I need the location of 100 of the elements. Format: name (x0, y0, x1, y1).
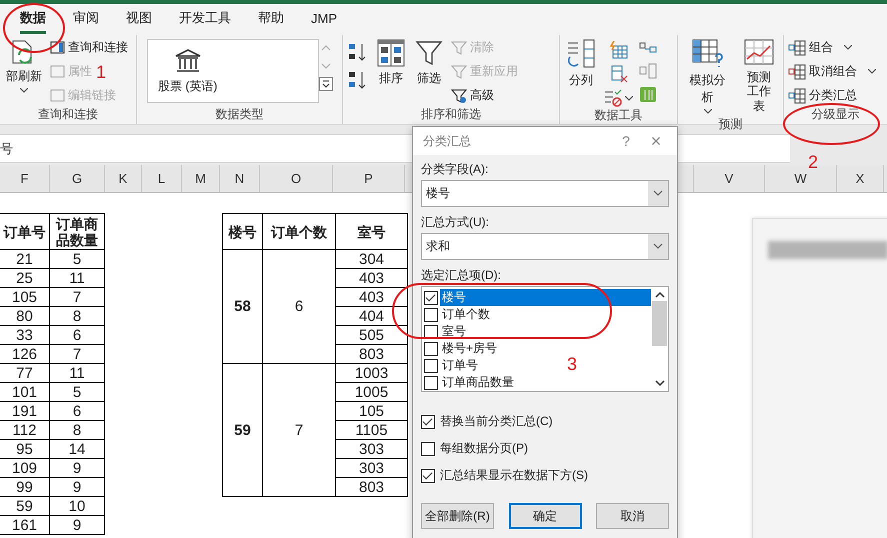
scroll-up-icon[interactable] (654, 291, 664, 299)
table-cell: 58 (222, 250, 262, 364)
checkbox-label[interactable]: 每组数据分页(P) (440, 440, 528, 457)
header-cell: 订单个数 (262, 214, 336, 250)
data-validation-icon (604, 89, 622, 107)
dialog-button[interactable]: 全部删除(R) (421, 503, 494, 529)
list-item[interactable]: 订单号 (440, 357, 478, 374)
table-cell: 9 (50, 516, 104, 534)
table-cell: 303 (336, 440, 408, 458)
table-cell: 403 (336, 268, 408, 288)
dialog-title: 分类汇总 (423, 132, 472, 150)
list-item[interactable]: 订单个数 (440, 306, 490, 323)
group-by-dropdown[interactable]: 楼号 (421, 180, 669, 207)
stocks-data-type[interactable]: 股票 (英语) (158, 48, 218, 94)
column-header[interactable]: V (694, 165, 765, 192)
ribbon-tab[interactable]: 视图 (126, 5, 152, 34)
table-cell: 303 (336, 458, 408, 478)
chevron-down-icon (648, 234, 668, 259)
column-header[interactable]: N (220, 165, 260, 192)
ribbon-button[interactable]: 查询和连接 (50, 37, 128, 58)
table-cell: 403 (336, 288, 408, 306)
dialog-button[interactable]: 确定 (508, 503, 582, 529)
column-header[interactable]: X (837, 165, 884, 192)
text-to-columns-button[interactable]: 分列 (564, 37, 598, 91)
ribbon-tab[interactable]: 帮助 (258, 5, 284, 34)
function-dropdown[interactable]: 求和 (421, 233, 669, 260)
table-cell: 5 (50, 250, 104, 268)
forecast-sheet-button[interactable]: 预测 工作表 (739, 37, 779, 116)
column-header[interactable]: O (260, 165, 333, 192)
annotation-ellipse (3, 3, 65, 53)
column-header[interactable]: P (333, 165, 405, 192)
checkbox[interactable] (424, 290, 438, 304)
sort-button[interactable]: 排序 (375, 37, 407, 89)
table-cell: 59 (0, 496, 50, 516)
checkbox[interactable] (421, 468, 435, 482)
table-cell: 7 (50, 344, 104, 364)
chevron-down-icon (648, 181, 668, 206)
refresh-all-button[interactable]: 部刷新 (4, 37, 44, 95)
column-header[interactable]: L (142, 165, 182, 192)
table-cell: 11 (50, 268, 104, 288)
ribbon-button[interactable]: 高级 (451, 85, 518, 106)
table-cell: 101 (0, 382, 50, 402)
table-cell: 6 (50, 326, 104, 344)
list-item[interactable]: 楼号 (440, 289, 651, 306)
table-cell: 304 (336, 250, 408, 268)
list-item[interactable]: 室号 (440, 323, 466, 340)
table-cell: 8 (50, 306, 104, 326)
list-item[interactable]: 楼号+房号 (440, 340, 498, 357)
column-header[interactable]: M (182, 165, 220, 192)
checkbox[interactable] (424, 324, 438, 338)
dialog-button[interactable]: 取消 (596, 503, 669, 529)
table-cell: 6 (50, 402, 104, 420)
checkbox[interactable] (421, 442, 435, 456)
header-cell: 订单号 (0, 214, 50, 250)
ribbon-tab[interactable]: 开发工具 (179, 5, 231, 34)
checkbox-label[interactable]: 汇总结果显示在数据下方(S) (440, 467, 588, 484)
ribbon-button[interactable]: 组合 (788, 37, 876, 58)
group-label: 分级显示 (810, 106, 860, 123)
list-item[interactable]: 订单商品数量 (440, 374, 514, 391)
text-to-columns-icon (566, 39, 596, 69)
column-header[interactable]: F (0, 165, 50, 192)
column-header[interactable]: G (50, 165, 105, 192)
group-label: 预测 (718, 116, 744, 133)
table-cell: 1003 (336, 364, 408, 382)
checkbox[interactable] (424, 376, 438, 390)
filter-icon (451, 40, 467, 56)
table-cell: 126 (0, 344, 50, 364)
table-cell: 112 (0, 420, 50, 440)
help-button[interactable]: ? (611, 133, 641, 149)
ungroup-rows-icon (788, 64, 806, 80)
caret-icon (20, 88, 28, 93)
filter-icon (451, 64, 467, 80)
bank-building-icon (174, 48, 202, 74)
caret-icon (704, 109, 712, 114)
header-cell: 楼号 (222, 214, 262, 250)
checkbox[interactable] (424, 308, 438, 322)
caret-icon (868, 69, 876, 74)
ribbon-button[interactable]: 取消组合 (788, 61, 876, 82)
checkbox[interactable] (421, 414, 435, 428)
checkbox-label[interactable]: 替换当前分类汇总(C) (440, 413, 553, 430)
scroll-down-icon[interactable] (654, 379, 664, 387)
what-if-analysis-button[interactable]: 模拟分析 (682, 37, 734, 116)
checkbox[interactable] (424, 358, 438, 372)
table-cell: 8 (50, 420, 104, 440)
filter-button[interactable]: 筛选 (413, 37, 445, 89)
ribbon-tab[interactable]: JMP (311, 6, 337, 32)
table-cell: 5 (50, 382, 104, 402)
relationships-icon (639, 63, 657, 79)
table-cell: 803 (336, 344, 408, 364)
checkbox[interactable] (424, 342, 438, 356)
panel-icon (50, 40, 65, 55)
caret-icon (625, 96, 633, 100)
table-cell: 9 (50, 458, 104, 478)
column-header[interactable]: K (105, 165, 142, 192)
ribbon-tab[interactable]: 审阅 (73, 5, 99, 34)
ribbon-button[interactable]: 分类汇总 (788, 85, 876, 106)
group-label: 查询和连接 (37, 106, 99, 123)
annotation-number: 3 (567, 354, 578, 375)
table-cell: 99 (0, 478, 50, 496)
group-rows-icon (788, 40, 806, 56)
